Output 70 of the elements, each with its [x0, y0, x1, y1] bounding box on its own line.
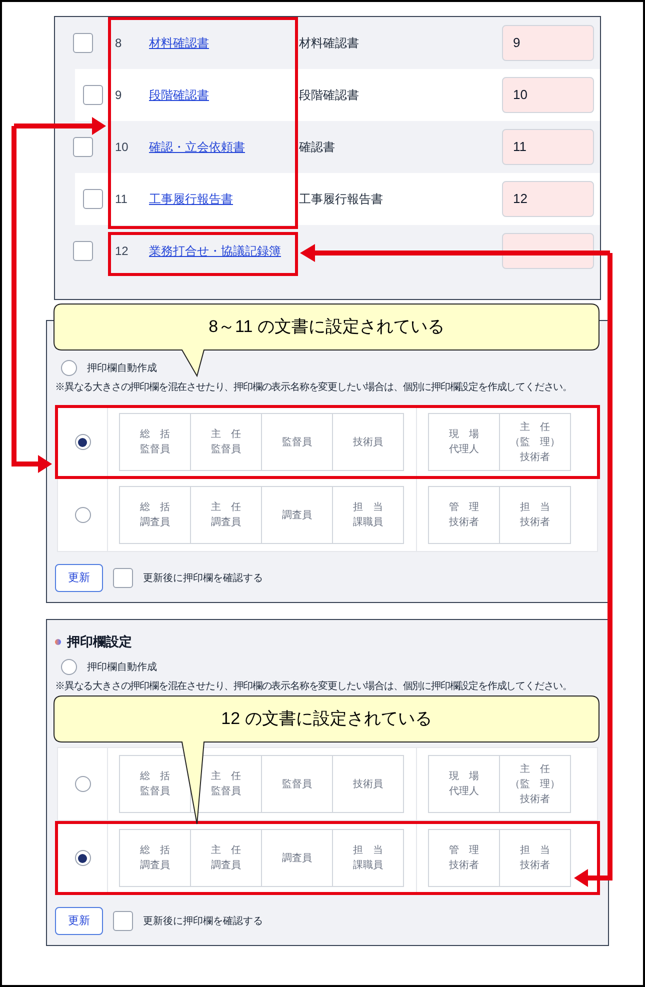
stamp-cell: 技術員 [332, 413, 404, 471]
checkbox[interactable] [73, 137, 93, 157]
document-name: 確認書 [299, 140, 335, 154]
stamp-cell: 総 括 調査員 [119, 829, 191, 887]
stamp-layout-option[interactable]: 総 括 調査員 主 任 調査員 調査員 担 当 課職員 管 理 技術者 担 当 技術者 [57, 478, 598, 552]
row-number: 9 [114, 87, 123, 104]
stamp-cell: 主 任 調査員 [190, 829, 262, 887]
document-name: 段階確認書 [299, 88, 359, 102]
callout-text: 8～11 の文書に設定されている [208, 316, 446, 338]
stamp-layout-option[interactable]: 総 括 監督員 主 任 監督員 監督員 技術員 現 場 代理人 主 任 （監 理） 技術者 [55, 405, 600, 479]
section-title: 押印欄設定 [67, 633, 132, 652]
stamp-cell: 担 当 技術者 [499, 486, 571, 544]
stamp-cell: 総 括 監督員 [119, 755, 191, 813]
note-text: ※異なる大きさの押印欄を混在させたり、押印欄の表示名称を変更したい場合は、個別に押印欄設定を作成してください。 [55, 680, 574, 694]
row-number: 10 [114, 139, 130, 156]
stamp-cell: 調査員 [261, 486, 333, 544]
stamp-cell: 主 任 （監 理） 技術者 [499, 413, 571, 471]
update-button[interactable]: 更新 [55, 907, 103, 935]
number-input[interactable]: 11 [502, 129, 594, 165]
bullet-icon [55, 639, 61, 645]
stamp-cell: 担 当 技術者 [499, 829, 571, 887]
number-input[interactable]: 10 [502, 77, 594, 113]
callout-text: 12 の文書に設定されている [220, 708, 433, 730]
document-link[interactable]: 確認・立会依頼書 [149, 140, 245, 154]
stamp-cell: 監督員 [261, 755, 333, 813]
note-text: ※異なる大きさの押印欄を混在させたり、押印欄の表示名称を変更したい場合は、個別に押印欄設定を作成してください。 [55, 380, 574, 395]
document-link[interactable]: 材料確認書 [149, 36, 209, 50]
document-name: 材料確認書 [299, 36, 359, 50]
checkbox-label: 更新後に押印欄を確認する [143, 572, 263, 586]
number-input[interactable]: 12 [502, 181, 594, 217]
stamp-cell: 総 括 調査員 [119, 486, 191, 544]
row-number: 12 [114, 243, 130, 260]
stamp-cell: 管 理 技術者 [428, 829, 500, 887]
checkbox-label: 更新後に押印欄を確認する [143, 914, 263, 928]
checkbox[interactable] [113, 911, 133, 931]
stamp-cell: 管 理 技術者 [428, 486, 500, 544]
radio-label: 押印欄自動作成 [87, 362, 157, 376]
stamp-cell: 主 任 調査員 [190, 486, 262, 544]
checkbox[interactable] [83, 189, 103, 209]
stamp-cell: 主 任 監督員 [190, 413, 262, 471]
stamp-cell: 主 任 （監 理） 技術者 [499, 755, 571, 813]
radio-button[interactable] [74, 434, 90, 450]
stamp-cell: 技術員 [332, 755, 404, 813]
checkbox[interactable] [73, 241, 93, 261]
stamp-layout-option[interactable]: 総 括 調査員 主 任 調査員 調査員 担 当 課職員 管 理 技術者 担 当 技術者 [55, 821, 600, 895]
document-link[interactable]: 段階確認書 [149, 88, 209, 102]
document-link[interactable]: 業務打合せ・協議記録簿 [149, 244, 281, 258]
stamp-cell: 担 当 課職員 [332, 829, 404, 887]
document-link[interactable]: 工事履行報告書 [149, 192, 233, 206]
stamp-layout-option[interactable]: 総 括 監督員 主 任 監督員 監督員 技術員 現 場 代理人 主 任 （監 理） 技術者 [57, 747, 598, 821]
row-number: 11 [114, 191, 128, 208]
row-number: 8 [114, 35, 123, 52]
checkbox[interactable] [113, 568, 133, 588]
stamp-cell: 現 場 代理人 [428, 413, 500, 471]
stamp-cell: 調査員 [261, 829, 333, 887]
radio-button[interactable] [74, 507, 90, 523]
number-input[interactable]: 9 [502, 25, 594, 61]
radio-button[interactable] [61, 360, 77, 376]
radio-label: 押印欄自動作成 [87, 660, 157, 674]
radio-button[interactable] [74, 850, 90, 866]
radio-button[interactable] [74, 776, 90, 792]
checkbox[interactable] [83, 85, 103, 105]
document-name: 工事履行報告書 [299, 192, 383, 206]
radio-button[interactable] [61, 659, 77, 675]
checkbox[interactable] [73, 33, 93, 53]
stamp-cell: 現 場 代理人 [428, 755, 500, 813]
stamp-cell: 総 括 監督員 [119, 413, 191, 471]
stamp-cell: 監督員 [261, 413, 333, 471]
update-button[interactable]: 更新 [55, 564, 103, 592]
stamp-cell: 担 当 課職員 [332, 486, 404, 544]
